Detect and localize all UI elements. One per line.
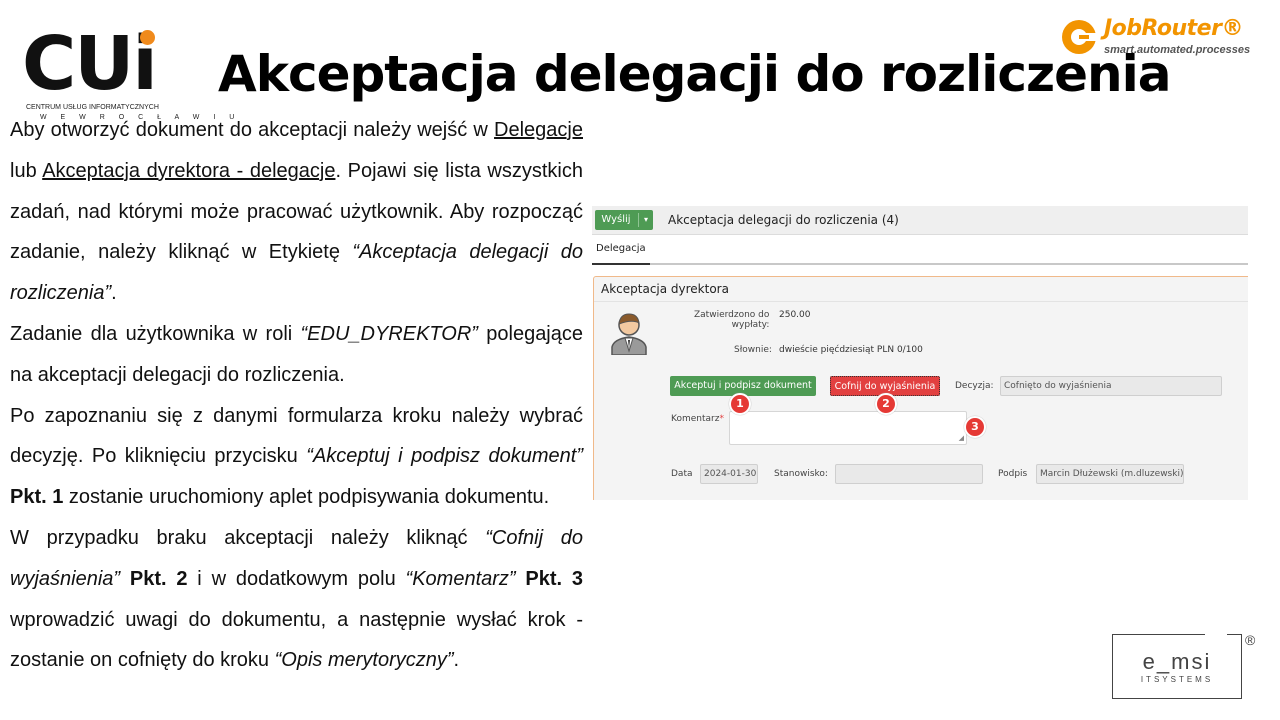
date-label: Data: [671, 469, 693, 479]
jobrouter-logo: JobRouter® smart.automated.processes: [1060, 16, 1260, 60]
paragraph-open-document: Aby otworzyć dokument do akceptacji nale…: [10, 119, 583, 305]
position-field[interactable]: [835, 464, 983, 484]
comment-textarea[interactable]: ◢: [729, 411, 967, 445]
paragraph-reject: W przypadku braku akceptacji należy klik…: [10, 526, 584, 672]
jobrouter-g-icon: [1062, 20, 1097, 54]
jobrouter-name: JobRouter®: [1104, 16, 1243, 41]
send-button-label: Wyślij: [601, 214, 631, 225]
approved-value: 250.00: [779, 310, 811, 320]
registered-mark: ®: [1245, 632, 1256, 648]
panel-title: Akceptacja dyrektora: [601, 282, 729, 296]
tab-delegacja[interactable]: Delegacja: [592, 235, 650, 265]
date-field[interactable]: 2024-01-30: [700, 464, 758, 484]
paragraph-role: Zadanie dla użytkownika w roli “EDU_DYRE…: [10, 322, 583, 386]
emsi-logo-gap: [1205, 633, 1227, 637]
panel-akceptacja-dyrektora: Akceptacja dyrektora Zatwierdzono do wyp…: [593, 276, 1248, 500]
decision-field[interactable]: Cofnięto do wyjaśnienia: [1000, 376, 1222, 396]
cui-logo-mark: CUi: [22, 21, 158, 107]
tab-bar: Delegacja: [592, 235, 1248, 265]
signature-label: Podpis: [998, 469, 1028, 479]
required-marker: *: [719, 414, 724, 424]
words-value: dwieście pięćdziesiąt PLN 0/100: [779, 345, 923, 355]
emsi-logo-subtitle: ITSYSTEMS: [1140, 675, 1214, 684]
link-delegacje: Delegacje: [494, 119, 583, 141]
form-screenshot: Wyślij ▾ Akceptacja delegacji do rozlicz…: [592, 206, 1248, 500]
panel-divider: [594, 301, 1248, 302]
jobrouter-tagline: smart.automated.processes: [1104, 44, 1251, 56]
marker-1: 1: [729, 393, 751, 415]
cui-logo: CUi CENTRUM USŁUG INFORMATYCZNYCH W E W …: [22, 21, 234, 124]
page-title: Akceptacja delegacji do rozliczenia: [218, 45, 1172, 103]
toolbar: Wyślij ▾ Akceptacja delegacji do rozlicz…: [592, 206, 1248, 235]
approved-label: Zatwierdzono do wypłaty:: [694, 310, 770, 330]
comment-label: Komentarz*: [671, 414, 724, 424]
words-label: Słownie:: [734, 345, 772, 355]
decision-label: Decyzja:: [955, 381, 994, 391]
user-avatar-icon: [611, 313, 647, 355]
marker-2: 2: [875, 393, 897, 415]
chevron-down-icon[interactable]: ▾: [639, 210, 653, 230]
emsi-logo-name: e_msi: [1142, 649, 1212, 674]
signature-field[interactable]: Marcin Dłużewski (m.dluzewski): [1036, 464, 1184, 484]
link-akceptacja-dyrektora: Akceptacja dyrektora - delegacje: [42, 159, 336, 182]
emsi-logo: e_msi ITSYSTEMS: [1112, 633, 1242, 699]
position-label: Stanowisko:: [774, 469, 828, 479]
resize-handle-icon[interactable]: ◢: [959, 435, 964, 442]
paragraph-accept: Po zapoznaniu się z danymi formularza kr…: [10, 404, 583, 509]
cui-logo-dot: [140, 30, 155, 45]
toolbar-title: Akceptacja delegacji do rozliczenia (4): [668, 213, 899, 227]
instructions-text: Aby otworzyć dokument do akceptacji nale…: [10, 110, 583, 681]
marker-3: 3: [964, 416, 986, 438]
send-button[interactable]: Wyślij ▾: [595, 210, 653, 230]
